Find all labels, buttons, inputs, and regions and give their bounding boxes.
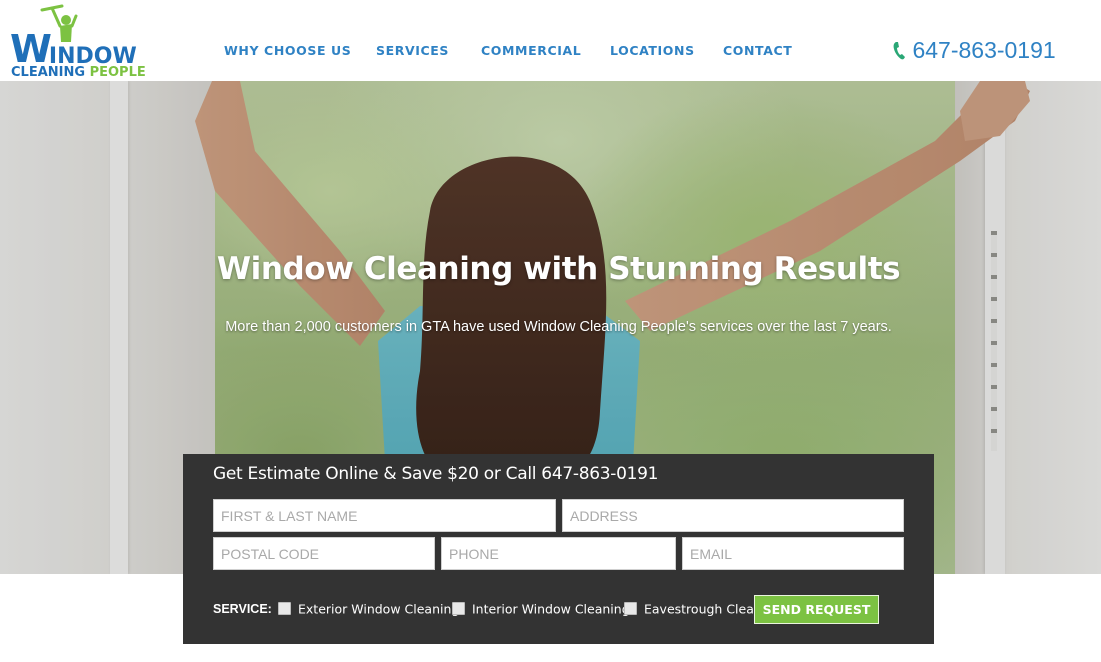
eavestrough-checkbox[interactable] [624,602,637,616]
logo-big-letter: W [10,27,52,71]
nav-commercial[interactable]: COMMERCIAL [481,43,581,58]
estimate-form: Get Estimate Online & Save $20 or Call 6… [183,454,934,644]
hero-title: Window Cleaning with Stunning Results [216,251,901,287]
phone-input[interactable] [441,537,676,570]
hero-subtitle: More than 2,000 customers in GTA have us… [225,319,892,335]
site-header: WINDOW CLEANING PEOPLE WHY CHOOSE US SER… [0,0,1101,81]
send-request-button[interactable]: SEND REQUEST [754,595,879,624]
service-option-interior[interactable]: Interior Window Cleaning [452,600,630,618]
logo-tagline-part1: CLEANING [11,65,86,80]
eavestrough-label: Eavestrough Cleaning [644,601,754,617]
name-input[interactable] [213,499,556,532]
nav-locations[interactable]: LOCATIONS [610,43,695,58]
service-option-eavestrough[interactable]: Eavestrough Cleaning [624,600,754,618]
phone-icon [893,42,905,60]
service-label: SERVICE: [213,602,272,616]
header-phone-number: 647-863-0191 [912,37,1056,63]
logo-tagline: CLEANING PEOPLE [11,65,146,80]
estimate-form-title: Get Estimate Online & Save $20 or Call 6… [213,464,659,484]
nav-contact[interactable]: CONTACT [723,43,792,58]
exterior-label: Exterior Window Cleaning [298,601,460,617]
logo-tagline-part2: PEOPLE [89,65,146,80]
interior-checkbox[interactable] [452,602,465,616]
nav-why-choose-us[interactable]: WHY CHOOSE US [224,43,351,58]
nav-services[interactable]: SERVICES [376,43,449,58]
postal-code-input[interactable] [213,537,435,570]
email-input[interactable] [682,537,904,570]
site-logo[interactable]: WINDOW CLEANING PEOPLE [8,4,148,80]
exterior-checkbox[interactable] [278,602,291,616]
interior-label: Interior Window Cleaning [472,601,630,617]
address-input[interactable] [562,499,904,532]
service-option-exterior[interactable]: Exterior Window Cleaning [278,600,459,618]
header-phone[interactable]: 647-863-0191 [893,37,1056,65]
logo-wordmark: WINDOW [10,30,137,68]
